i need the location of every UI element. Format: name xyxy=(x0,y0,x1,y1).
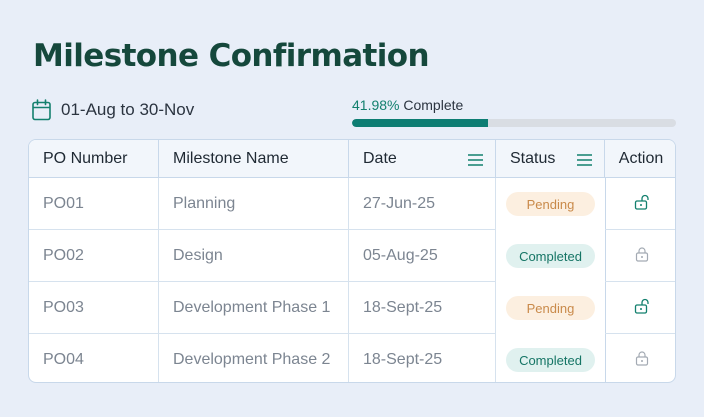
cell-milestone: Design xyxy=(159,230,349,282)
progress-label: 41.98% Complete xyxy=(352,97,676,113)
calendar-icon xyxy=(32,99,51,121)
header-action: Action xyxy=(605,140,675,178)
progress-bar-fill xyxy=(352,119,488,127)
status-badge: Pending xyxy=(506,296,595,320)
unlock-icon[interactable] xyxy=(634,298,650,319)
cell-status: Pending xyxy=(496,282,605,334)
cell-status: Completed xyxy=(496,230,605,282)
milestone-table: PO Number Milestone Name Date Status Action P… xyxy=(28,139,676,383)
column-header-label: Milestone Name xyxy=(173,149,289,167)
column-header-label: Date xyxy=(363,149,397,167)
column-menu-icon[interactable] xyxy=(577,153,592,166)
cell-action xyxy=(605,282,675,334)
header-status[interactable]: Status xyxy=(496,140,605,178)
page-title: Milestone Confirmation xyxy=(33,38,430,74)
cell-action xyxy=(605,334,675,382)
lock-icon[interactable] xyxy=(634,246,650,267)
progress-percent: 41.98% xyxy=(352,97,400,113)
cell-date: 18-Sept-25 xyxy=(349,282,496,334)
lock-icon[interactable] xyxy=(634,350,650,371)
status-badge: Pending xyxy=(506,192,595,216)
column-header-label: Status xyxy=(510,149,556,167)
cell-date: 18-Sept-25 xyxy=(349,334,496,382)
status-badge: Completed xyxy=(506,244,595,268)
cell-date: 05-Aug-25 xyxy=(349,230,496,282)
cell-status: Completed xyxy=(496,334,605,382)
header-milestone-name: Milestone Name xyxy=(159,140,349,178)
header-po-number: PO Number xyxy=(29,140,159,178)
progress-suffix: Complete xyxy=(399,97,464,113)
cell-po: PO02 xyxy=(29,230,159,282)
progress-bar xyxy=(352,119,676,127)
cell-po: PO04 xyxy=(29,334,159,382)
header-date[interactable]: Date xyxy=(349,140,496,178)
cell-action xyxy=(605,178,675,230)
cell-status: Pending xyxy=(496,178,605,230)
column-header-label: Action xyxy=(618,149,664,167)
column-menu-icon[interactable] xyxy=(468,153,483,166)
cell-date: 27-Jun-25 xyxy=(349,178,496,230)
date-range-text: 01-Aug to 30-Nov xyxy=(61,100,195,119)
cell-milestone: Development Phase 2 xyxy=(159,334,349,382)
unlock-icon[interactable] xyxy=(634,194,650,215)
cell-milestone: Development Phase 1 xyxy=(159,282,349,334)
cell-po: PO03 xyxy=(29,282,159,334)
status-badge: Completed xyxy=(506,348,595,372)
date-range-selector[interactable]: 01-Aug to 30-Nov xyxy=(32,98,194,122)
column-header-label: PO Number xyxy=(43,149,128,167)
cell-milestone: Planning xyxy=(159,178,349,230)
cell-action xyxy=(605,230,675,282)
cell-po: PO01 xyxy=(29,178,159,230)
progress-section: 41.98% Complete xyxy=(352,97,676,127)
